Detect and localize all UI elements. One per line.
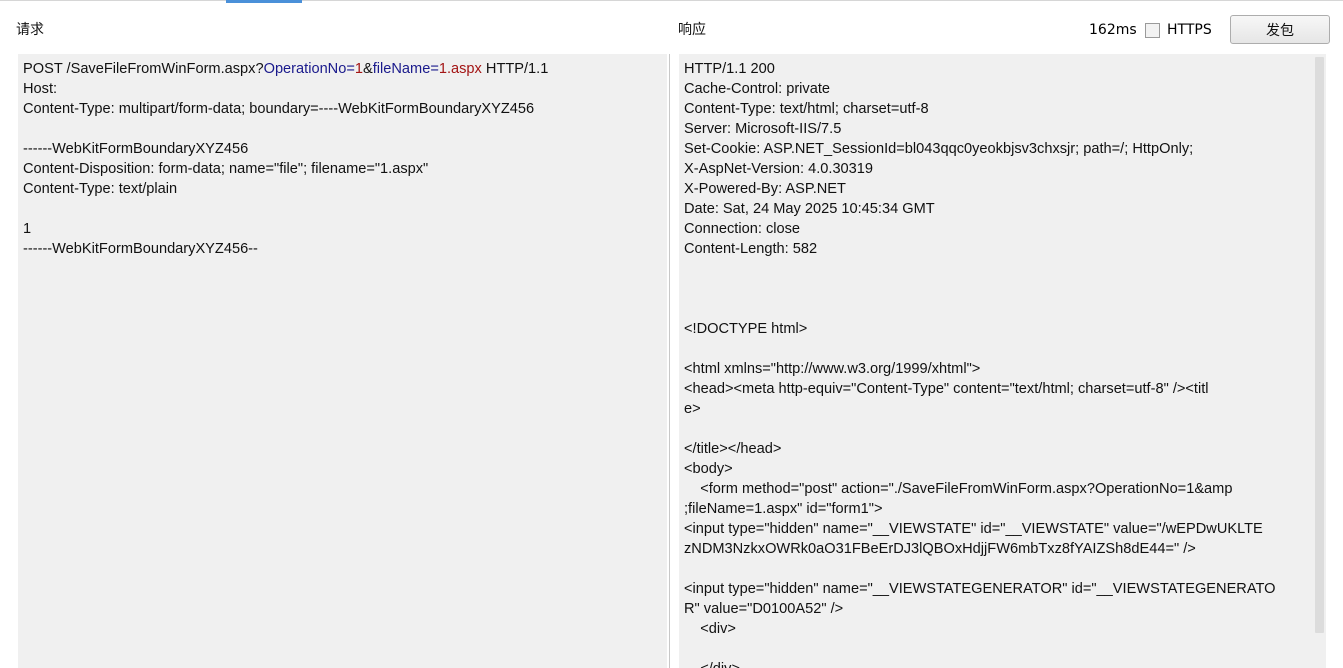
text-line: <!DOCTYPE html>	[684, 321, 808, 337]
param-value: 1	[354, 61, 363, 77]
text-line: Content-Disposition: form-data; name="fi…	[23, 161, 429, 177]
text-line: </div>	[684, 659, 1321, 668]
text-line: Set-Cookie: ASP.NET_SessionId=bl043qqc0y…	[684, 141, 1194, 157]
text-line	[684, 259, 1321, 279]
param-key: OperationNo=	[263, 61, 355, 77]
text-line	[684, 299, 1321, 319]
text-line	[23, 199, 662, 219]
text-line: Server: Microsoft-IIS/7.5	[684, 121, 842, 137]
text-line: Content-Type: text/html; charset=utf-8	[684, 101, 929, 117]
text-line: Connection: close	[684, 221, 801, 237]
response-time: 162ms	[1089, 22, 1137, 38]
text-line: ;fileName=1.aspx" id="form1">	[684, 501, 883, 517]
text-line: X-AspNet-Version: 4.0.30319	[684, 161, 874, 177]
text-line	[23, 119, 662, 139]
text-line: Cache-Control: private	[684, 81, 831, 97]
text-line	[684, 639, 1321, 659]
https-toggle[interactable]: HTTPS	[1145, 20, 1212, 40]
text-line	[684, 559, 1321, 579]
text-line	[684, 419, 1321, 439]
text-line: <input type="hidden" name="__VIEWSTATEGE…	[684, 581, 1276, 597]
active-tab-indicator	[226, 0, 302, 3]
https-checkbox[interactable]	[1145, 22, 1160, 38]
param-key: fileName=	[372, 61, 439, 77]
text-line: Host:	[23, 81, 58, 97]
send-button[interactable]: 发包	[1230, 15, 1330, 44]
text-line: <head><meta http-equiv="Content-Type" co…	[684, 381, 1209, 397]
text-line: ------WebKitFormBoundaryXYZ456	[23, 141, 249, 157]
pane-splitter[interactable]	[669, 54, 670, 668]
text-line: e>	[684, 401, 701, 417]
text-line: <input type="hidden" name="__VIEWSTATE" …	[684, 521, 1263, 537]
request-line: POST /SaveFileFromWinForm.aspx?Operation…	[23, 61, 549, 77]
text-line: 1	[23, 221, 32, 237]
text-line: Content-Length: 582	[684, 241, 818, 257]
http-tool-window: 请求 响应 162ms HTTPS 发包 POST /SaveFileFromW…	[0, 0, 1343, 668]
response-body-lines: HTTP/1.1 200 Cache-Control: private Conten…	[684, 59, 1321, 668]
request-body-lines: Host: Content-Type: multipart/form-data; …	[23, 79, 662, 259]
param-value: 1.aspx	[438, 61, 482, 77]
text-line: <html xmlns="http://www.w3.org/1999/xhtm…	[684, 361, 981, 377]
text-line: <div>	[684, 621, 736, 637]
text-line: Content-Type: text/plain	[23, 181, 178, 197]
text-line: zNDM3NzkxOWRk0aO31FBeErDJ3lQBOxHdjjFW6mb…	[684, 541, 1196, 557]
text-line: X-Powered-By: ASP.NET	[684, 181, 846, 197]
text-line: Content-Type: multipart/form-data; bound…	[23, 101, 535, 117]
text-line: R" value="D0100A52" />	[684, 601, 844, 617]
text-line: </title></head>	[684, 441, 782, 457]
text-line: <body>	[684, 461, 733, 477]
request-label: 请求	[16, 22, 44, 38]
response-viewer[interactable]: HTTP/1.1 200 Cache-Control: private Conten…	[679, 54, 1326, 668]
https-label: HTTPS	[1167, 22, 1212, 38]
request-editor[interactable]: POST /SaveFileFromWinForm.aspx?Operation…	[18, 54, 667, 668]
text-line	[684, 339, 1321, 359]
response-scrollbar-thumb[interactable]	[1315, 57, 1324, 633]
response-label: 响应	[678, 22, 706, 38]
text-line	[684, 279, 1321, 299]
text-line: <form method="post" action="./SaveFileFr…	[684, 481, 1233, 497]
text-line: HTTP/1.1 200	[684, 61, 775, 77]
text-line: Date: Sat, 24 May 2025 10:45:34 GMT	[684, 201, 935, 217]
text-line: ------WebKitFormBoundaryXYZ456--	[23, 241, 258, 257]
